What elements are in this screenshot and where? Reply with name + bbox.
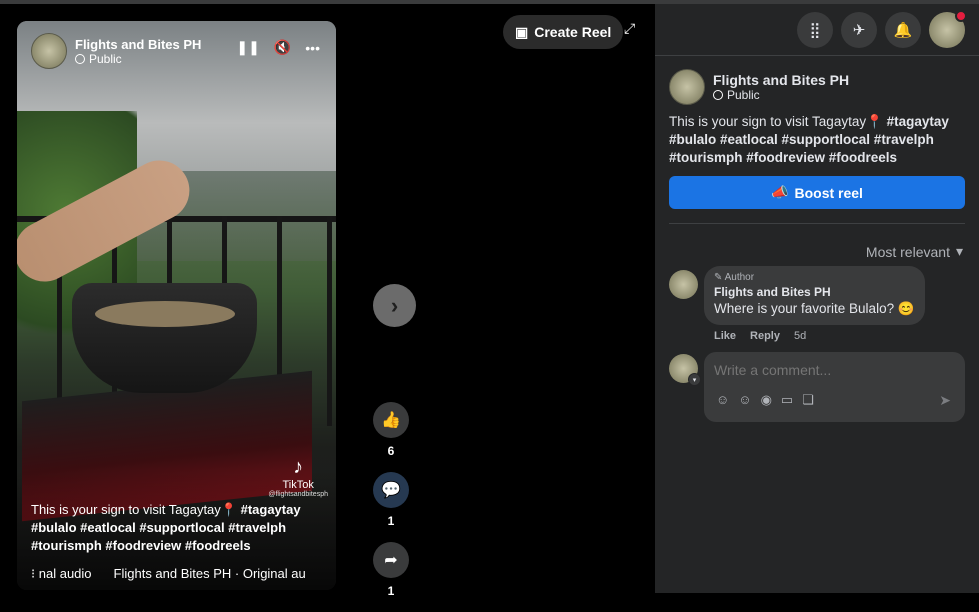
share-count: 1	[387, 584, 395, 598]
reel-stage: Flights and Bites PH Public ❚❚ 🔇 ••• ♪ T…	[0, 4, 655, 598]
avatar[interactable]	[31, 33, 67, 69]
audio-track[interactable]: Flights and Bites PH · Original au	[114, 566, 306, 582]
comment-reply-link[interactable]: Reply	[750, 330, 780, 342]
video-caption: This is your sign to visit Tagaytay📍 #ta…	[31, 501, 331, 555]
grid-icon: ⣿	[809, 22, 821, 39]
video-rail-bar	[327, 216, 332, 426]
avatar[interactable]	[669, 270, 698, 299]
tiktok-icon: ♪	[293, 456, 304, 478]
video-pot	[72, 283, 257, 393]
camera-icon[interactable]: ◉	[761, 392, 772, 408]
comment-count: 1	[387, 514, 395, 528]
comment-actions: Like Reply 5d	[714, 330, 806, 342]
comment-bubble: ✎ Author Flights and Bites PH Where is y…	[704, 266, 925, 325]
reel-video[interactable]: Flights and Bites PH Public ❚❚ 🔇 ••• ♪ T…	[17, 21, 336, 590]
sticker-icon[interactable]: ❏	[802, 392, 814, 408]
audio-partial: nal audio	[38, 566, 92, 581]
avatar-sticker-icon[interactable]: ☺	[716, 392, 729, 408]
comment-text: Where is your favorite Bulalo? 😊	[714, 301, 915, 316]
comment-time[interactable]: 5d	[794, 330, 806, 342]
notification-badge	[955, 10, 967, 22]
audio-bar[interactable]: ⁝ nal audio Flights and Bites PH · Origi…	[31, 566, 331, 582]
comment-author[interactable]: Flights and Bites PH	[714, 285, 915, 299]
post-caption-text: This is your sign to visit Tagaytay📍	[669, 114, 883, 129]
post-caption: This is your sign to visit Tagaytay📍 #ta…	[669, 113, 969, 167]
notifications-button[interactable]: 🔔	[885, 12, 921, 48]
avatar[interactable]	[669, 69, 705, 105]
comment-input[interactable]	[714, 362, 954, 378]
comment-sort-dropdown[interactable]: Most relevant ▾	[866, 243, 963, 260]
comment-icon: 💬	[381, 482, 401, 499]
account-avatar[interactable]	[929, 10, 967, 48]
thumbs-up-icon: 👍	[381, 412, 401, 429]
boost-reel-button[interactable]: 📣 Boost reel	[669, 176, 965, 209]
post-header: Flights and Bites PH Public	[669, 69, 849, 105]
comment-item: ✎ Author Flights and Bites PH Where is y…	[669, 266, 925, 325]
like-count: 6	[387, 444, 395, 458]
pencil-icon: ✎	[714, 272, 725, 283]
messenger-button[interactable]: ✈	[841, 12, 877, 48]
reel-actions: 👍 6 💬 1 ➦ 1	[373, 402, 409, 612]
megaphone-icon: 📣	[771, 184, 789, 200]
expand-icon[interactable]: ⤢	[624, 20, 635, 37]
create-reel-label: Create Reel	[534, 24, 612, 40]
privacy-label: Public	[727, 88, 760, 102]
tiktok-watermark: ♪ TikTok @flightsandbitesph	[268, 456, 328, 498]
video-header: Flights and Bites PH Public	[31, 33, 201, 69]
gif-icon[interactable]: ▭	[781, 392, 793, 408]
avatar[interactable]: ▾	[669, 354, 701, 386]
comment-button[interactable]: 💬	[373, 472, 409, 508]
boost-label: Boost reel	[794, 184, 863, 201]
composer-tools: ☺ ☺ ◉ ▭ ❏	[716, 392, 814, 408]
video-caption-text: This is your sign to visit Tagaytay📍	[31, 502, 237, 517]
pause-icon[interactable]: ❚❚	[236, 39, 259, 56]
reel-icon: ▣	[515, 23, 529, 40]
share-icon: ➦	[384, 552, 398, 569]
sort-label: Most relevant	[865, 243, 950, 260]
chevron-down-icon[interactable]: ▾	[688, 373, 701, 386]
tiktok-label: TikTok	[282, 479, 314, 491]
post-author-name[interactable]: Flights and Bites PH	[713, 72, 849, 88]
divider	[669, 223, 965, 224]
author-tag: Author	[724, 272, 755, 283]
globe-icon	[75, 53, 85, 64]
privacy-label: Public	[89, 51, 122, 66]
video-author-name[interactable]: Flights and Bites PH	[75, 37, 201, 52]
globe-icon	[713, 90, 723, 100]
menu-grid-button[interactable]: ⣿	[797, 12, 833, 48]
caret-down-icon: ▾	[955, 243, 963, 259]
write-comment-area: ▾ ☺ ☺ ◉ ▭ ❏ ➤	[669, 352, 965, 422]
create-reel-button[interactable]: ▣ Create Reel	[503, 15, 624, 49]
comment-like-link[interactable]: Like	[714, 330, 736, 342]
emoji-icon[interactable]: ☺	[738, 392, 751, 408]
mute-icon[interactable]: 🔇	[274, 39, 291, 56]
divider	[655, 55, 979, 56]
audio-icon: ⁝	[31, 566, 39, 581]
video-controls: ❚❚ 🔇 •••	[236, 39, 320, 56]
share-button[interactable]: ➦	[373, 542, 409, 578]
video-soup	[95, 301, 235, 327]
more-options-icon[interactable]: •••	[305, 40, 320, 56]
details-panel: ⣿ ✈ 🔔 Flights and Bites PH Public This i…	[655, 4, 979, 593]
send-icon[interactable]: ➤	[939, 392, 951, 409]
messenger-icon: ✈	[852, 22, 866, 39]
comment-composer: ☺ ☺ ◉ ▭ ❏ ➤	[704, 352, 965, 422]
bell-icon: 🔔	[893, 22, 913, 39]
tiktok-handle: @flightsandbitesph	[268, 491, 328, 498]
next-reel-button[interactable]: ›	[373, 284, 416, 327]
like-button[interactable]: 👍	[373, 402, 409, 438]
chevron-right-icon: ›	[390, 292, 399, 318]
top-nav: ⣿ ✈ 🔔	[797, 10, 967, 48]
